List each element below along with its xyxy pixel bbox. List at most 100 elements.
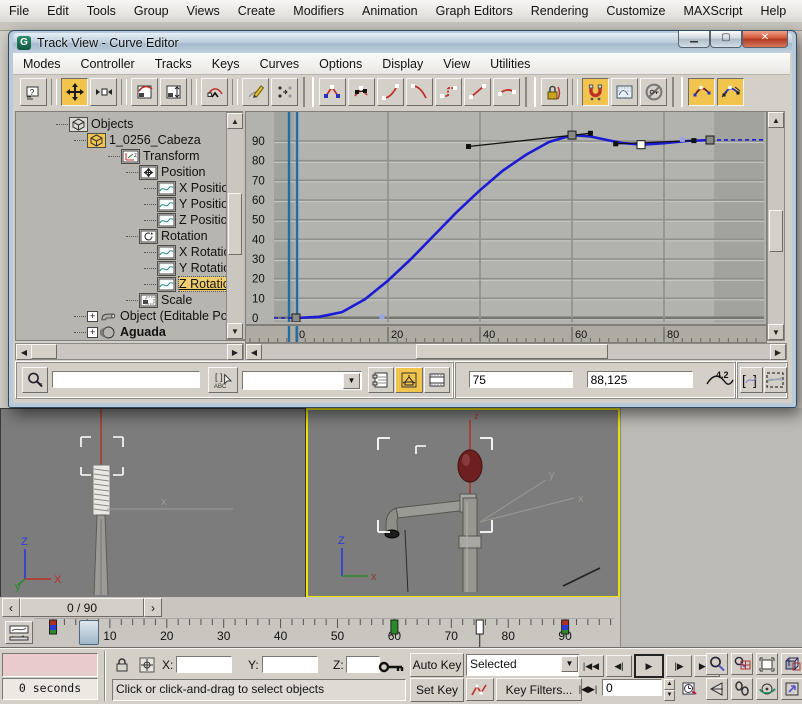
tree-item-label[interactable]: Position <box>161 165 205 179</box>
tree-item-label[interactable]: Objects <box>91 117 133 131</box>
main-menu-animation[interactable]: Animation <box>353 4 427 18</box>
key-filter-set-dropdown[interactable]: Selected ▼ <box>466 654 580 676</box>
main-menu-modifiers[interactable]: Modifiers <box>284 4 353 18</box>
scroll-up-arrow[interactable]: ▲ <box>768 112 784 128</box>
scale-values-button[interactable] <box>160 78 187 106</box>
graph-vertical-scrollbar[interactable]: ▲ ▼ <box>767 111 784 341</box>
tv-menu-display[interactable]: Display <box>372 57 433 71</box>
tree-vertical-scrollbar[interactable]: ▲ ▼ <box>226 112 244 340</box>
tree-item-1-0256-cabeza[interactable]: 1_0256_Cabeza <box>74 132 201 148</box>
scale-keys-button[interactable] <box>131 78 158 106</box>
time-slider-handle[interactable] <box>79 620 99 645</box>
field-of-view-button[interactable] <box>706 678 728 700</box>
scroll-down-arrow[interactable]: ▼ <box>768 324 784 340</box>
dropdown-arrow-icon[interactable]: ▼ <box>343 373 360 389</box>
set-tangents-step-button[interactable] <box>435 78 462 106</box>
tv-menu-keys[interactable]: Keys <box>202 57 250 71</box>
show-all-tangents-button[interactable] <box>717 78 744 106</box>
zoom-value-extents-button[interactable] <box>764 367 787 393</box>
main-menu-group[interactable]: Group <box>125 4 178 18</box>
tree-item-label[interactable]: Scale <box>161 293 192 307</box>
key-filters-button[interactable]: Key Filters... <box>496 678 582 701</box>
absolute-offset-mode-toggle[interactable] <box>137 655 157 675</box>
trackbar-ruler[interactable]: 102030405060708090 <box>34 618 614 647</box>
tv-menu-controller[interactable]: Controller <box>71 57 145 71</box>
set-tangents-linear-button[interactable] <box>464 78 491 106</box>
x-coord-field[interactable] <box>176 656 232 673</box>
selected-key-time-field[interactable] <box>469 371 573 388</box>
draw-curves-button[interactable] <box>242 78 269 106</box>
show-selected-key-stats-button[interactable]: 4.2 <box>703 367 737 393</box>
time-configuration-button[interactable] <box>680 679 700 699</box>
scrollbar-thumb[interactable] <box>769 210 783 252</box>
selected-key-value-field[interactable] <box>587 371 693 388</box>
tree-item-label[interactable]: Object (Editable Poly) <box>120 309 241 323</box>
zoom-button[interactable] <box>706 653 728 675</box>
main-menu-create[interactable]: Create <box>229 4 285 18</box>
main-menu-graph-editors[interactable]: Graph Editors <box>427 4 522 18</box>
default-in-out-tangents-button[interactable] <box>466 678 494 701</box>
track-bar[interactable]: 102030405060708090 <box>0 618 620 647</box>
auto-key-button[interactable]: Auto Key <box>410 653 464 677</box>
snap-frames-button[interactable] <box>582 78 609 106</box>
set-tangents-custom-button[interactable] <box>348 78 375 106</box>
previous-frame-button[interactable]: ◀| <box>606 655 632 677</box>
main-menu-tools[interactable]: Tools <box>78 4 125 18</box>
filters-button[interactable]: ? <box>20 78 47 106</box>
tv-menu-modes[interactable]: Modes <box>13 57 71 71</box>
track-set-name-field[interactable] <box>52 371 200 388</box>
zoom-extents-selected-button[interactable] <box>756 653 778 675</box>
tree-item-x-position[interactable]: X Position <box>144 180 235 196</box>
selection-lock-toggle[interactable] <box>112 655 132 675</box>
tree-item-x-rotation[interactable]: X Rotation <box>144 244 237 260</box>
tree-item-label[interactable]: Aguada <box>120 325 166 339</box>
slide-keys-button[interactable] <box>90 78 117 106</box>
move-keys-button[interactable] <box>61 78 88 106</box>
zoom-all-button[interactable] <box>731 653 753 675</box>
pan-view-button[interactable] <box>731 678 753 700</box>
main-menu-customize[interactable]: Customize <box>597 4 674 18</box>
tree-item-y-position[interactable]: Y Position <box>144 196 235 212</box>
main-menu-help[interactable]: Help <box>752 4 796 18</box>
zoom-horizontal-extents-button[interactable]: [] <box>740 367 763 393</box>
set-key-button[interactable]: Set Key <box>410 678 464 702</box>
orbit-button[interactable] <box>756 678 778 700</box>
frame-spinner[interactable]: ▲▼ <box>664 679 675 697</box>
tree-item-label[interactable]: Rotation <box>161 229 208 243</box>
zoom-extents-all-button[interactable] <box>781 653 802 675</box>
key-mode-toggle[interactable]: |◀▶| <box>578 679 598 699</box>
lock-tangents-button[interactable] <box>541 78 568 106</box>
track-view-titlebar[interactable]: G Track View - Curve Editor <box>13 33 792 53</box>
z-coord-field[interactable] <box>346 656 380 673</box>
tree-expander[interactable]: + <box>87 327 98 338</box>
go-to-start-button[interactable]: |◀◀ <box>578 655 604 677</box>
set-tangents-fast-button[interactable] <box>377 78 404 106</box>
tv-menu-tracks[interactable]: Tracks <box>145 57 202 71</box>
scroll-down-arrow[interactable]: ▼ <box>227 323 243 339</box>
close-button[interactable]: ✕ <box>742 31 788 48</box>
tree-horizontal-scrollbar[interactable]: ◀▶ <box>15 343 244 360</box>
open-mini-curve-editor-button[interactable] <box>5 621 33 644</box>
curve-graph-area[interactable]: 0102030405060708090 <box>245 111 767 325</box>
maximize-viewport-toggle-button[interactable] <box>781 678 802 700</box>
set-tangents-slow-button[interactable] <box>406 78 433 106</box>
maxscript-mini-listener[interactable] <box>2 653 98 677</box>
viewport-right-active[interactable]: zxyZx <box>306 408 620 598</box>
minimize-button[interactable]: ▁ <box>678 31 710 48</box>
edit-track-set-button[interactable]: [ ]ABC <box>208 367 238 393</box>
main-menu-file[interactable]: File <box>0 4 38 18</box>
y-coord-field[interactable] <box>262 656 318 673</box>
scroll-up-arrow[interactable]: ▲ <box>227 113 243 129</box>
graph-time-ruler[interactable]: 020406080 <box>245 325 767 343</box>
current-frame-field[interactable] <box>602 679 662 696</box>
tree-item-y-rotation[interactable]: Y Rotation <box>144 260 237 276</box>
dropdown-arrow-icon[interactable]: ▼ <box>561 656 578 672</box>
tv-menu-view[interactable]: View <box>433 57 480 71</box>
dope-sheet-button[interactable] <box>424 367 450 393</box>
tv-menu-utilities[interactable]: Utilities <box>480 57 540 71</box>
parameter-out-of-range-button[interactable] <box>611 78 638 106</box>
viewport-left[interactable]: xZXy <box>0 408 306 598</box>
tree-expander[interactable]: + <box>87 311 98 322</box>
track-set-dropdown[interactable]: ▼ <box>242 371 362 390</box>
graph-vscroll[interactable]: ▲ ▼ <box>767 111 785 341</box>
